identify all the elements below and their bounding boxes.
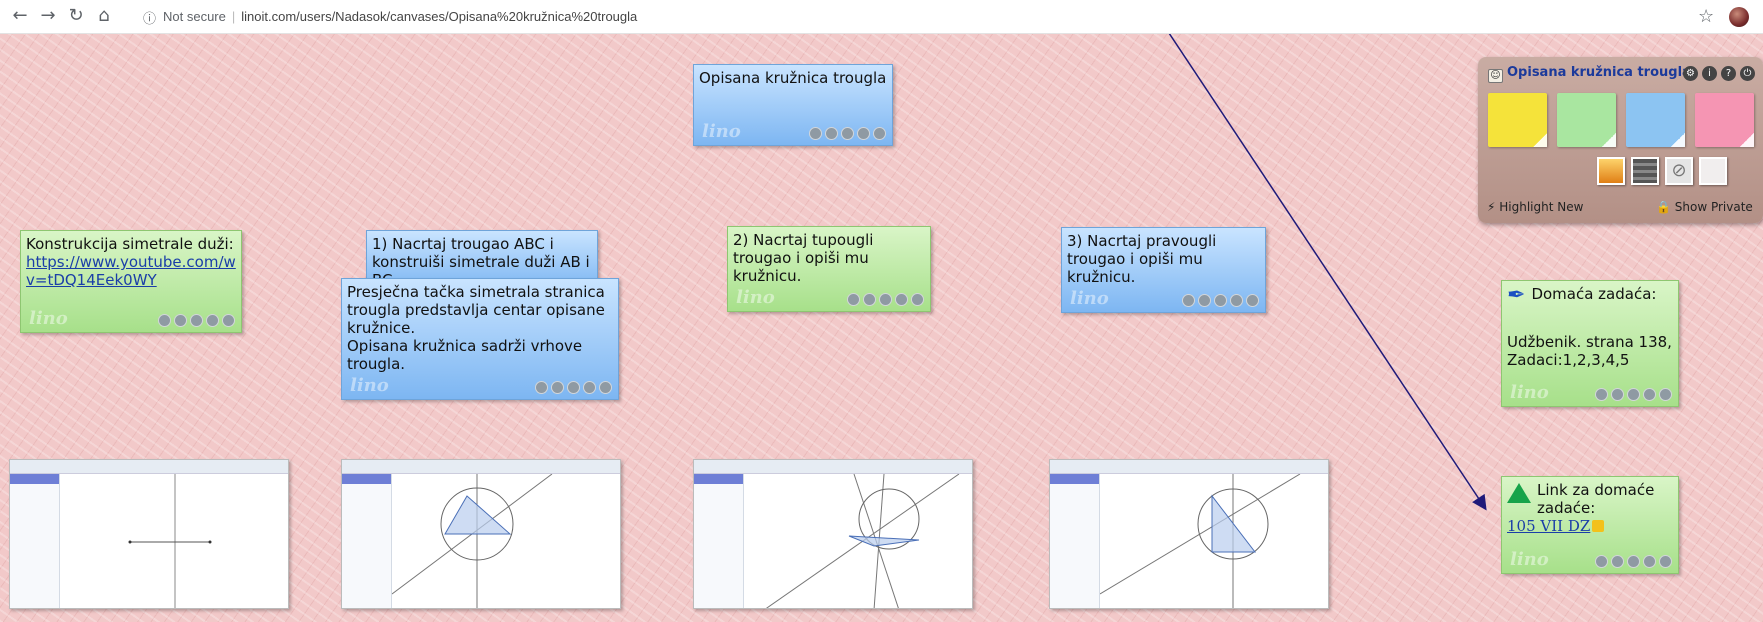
help-icon[interactable]: ?	[1721, 66, 1736, 81]
pink-sticky-swatch[interactable]	[1695, 93, 1754, 147]
green-sticky-swatch[interactable]	[1557, 93, 1616, 147]
browser-toolbar: ← → ↻ ⌂ ⓘ Not secure | linoit.com/users/Na…	[0, 0, 1763, 34]
home-icon[interactable]: ⌂	[94, 6, 114, 26]
blank-sticky-icon[interactable]	[1699, 157, 1727, 185]
paperclip-icon[interactable]: ⊘	[1665, 157, 1693, 185]
security-label: Not secure	[163, 9, 226, 24]
back-icon[interactable]: ←	[10, 6, 30, 26]
highlight-new-toggle[interactable]: ⚡ Highlight New	[1487, 200, 1583, 214]
settings-icon[interactable]: ⚙	[1683, 66, 1698, 81]
blue-sticky-swatch[interactable]	[1626, 93, 1685, 147]
info-icon[interactable]: ⓘ	[143, 8, 156, 27]
linoit-canvas[interactable]: Opisana kružnica trougla lino Konstrukci…	[0, 34, 1763, 622]
address-bar[interactable]: ⓘ Not secure | linoit.com/users/Nadasok/ca…	[135, 6, 1695, 28]
profile-avatar[interactable]	[1729, 7, 1749, 27]
panel-title[interactable]: ☺ Opisana kružnica trougla	[1488, 65, 1691, 83]
bookmark-star-icon[interactable]: ☆	[1698, 6, 1714, 27]
url-text[interactable]: linoit.com/users/Nadasok/canvases/Opisan…	[241, 9, 637, 24]
info-icon[interactable]: i	[1702, 66, 1717, 81]
power-icon[interactable]: ⏻	[1740, 66, 1755, 81]
photo-icon[interactable]	[1597, 157, 1625, 185]
show-private-toggle[interactable]: 🔒 Show Private	[1656, 200, 1753, 214]
forward-icon[interactable]: →	[38, 6, 58, 26]
yellow-sticky-swatch[interactable]	[1488, 93, 1547, 147]
control-panel[interactable]: ☺ Opisana kružnica trougla ⚙ i ? ⏻ ⊘ ⚡ Hi…	[1478, 57, 1763, 223]
video-icon[interactable]	[1631, 157, 1659, 185]
reload-icon[interactable]: ↻	[66, 6, 86, 26]
canvas-face-icon: ☺	[1488, 69, 1503, 83]
